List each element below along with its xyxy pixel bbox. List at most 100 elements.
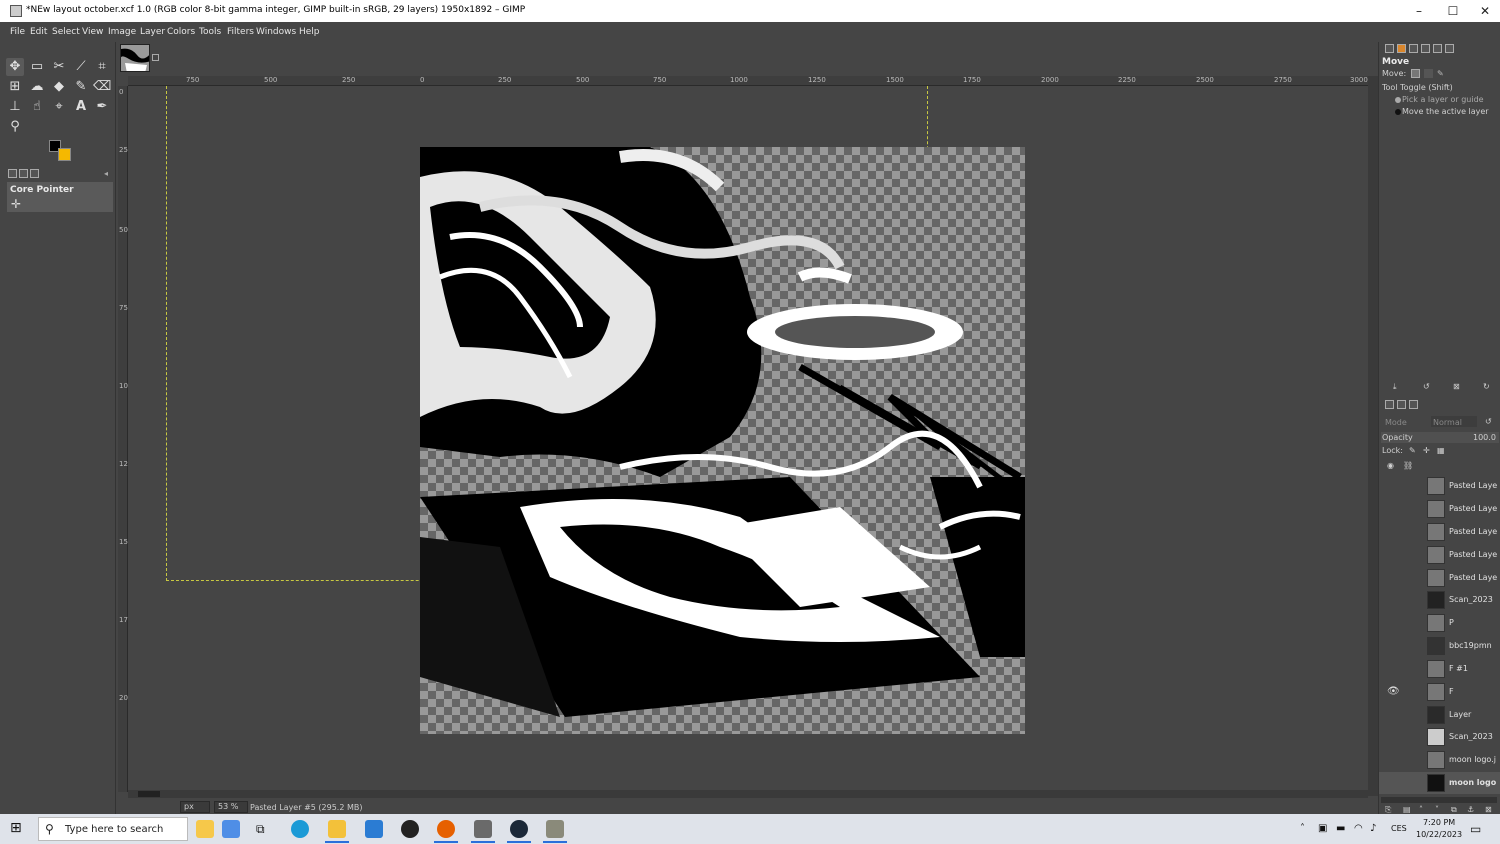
search-highlight-icon-2[interactable]: [222, 820, 240, 838]
layer-row[interactable]: F #1: [1379, 658, 1500, 680]
smudge-tool-icon[interactable]: ☝: [28, 98, 46, 116]
lock-position-icon[interactable]: ✛: [1423, 446, 1430, 455]
layer-row[interactable]: Pasted Laye: [1379, 498, 1500, 520]
menu-help[interactable]: Help: [299, 27, 320, 37]
device-status-tab-icon[interactable]: [30, 169, 39, 178]
restore-options-icon[interactable]: ↺: [1423, 382, 1430, 391]
new-group-icon[interactable]: ▤: [1403, 805, 1411, 814]
layer-row[interactable]: P: [1379, 612, 1500, 634]
layer-row[interactable]: 👁 F: [1379, 681, 1500, 703]
layer-row[interactable]: Pasted Laye: [1379, 567, 1500, 589]
menu-edit[interactable]: Edit: [30, 27, 47, 37]
paintbrush-tool-icon[interactable]: ✎: [72, 78, 90, 96]
warp-tool-icon[interactable]: ☁: [28, 78, 46, 96]
free-select-tool-icon[interactable]: ✂: [50, 58, 68, 76]
patterns-tab-icon[interactable]: [1409, 44, 1418, 53]
visibility-eye-icon[interactable]: 👁: [1387, 686, 1400, 697]
background-color-swatch[interactable]: [58, 148, 71, 161]
image-tab-thumbnail[interactable]: [120, 44, 150, 72]
opacity-slider[interactable]: Opacity 100.0: [1381, 432, 1499, 443]
maximize-button[interactable]: ☐: [1436, 3, 1470, 19]
layer-row[interactable]: Layer: [1379, 704, 1500, 726]
network-icon[interactable]: ◠: [1354, 823, 1363, 834]
channels-tab-icon[interactable]: [1397, 400, 1406, 409]
mode-select[interactable]: Normal: [1431, 416, 1477, 427]
save-options-icon[interactable]: ⤓: [1393, 382, 1397, 392]
menu-layer[interactable]: Layer: [140, 27, 165, 37]
scrollbar-thumb[interactable]: [138, 791, 160, 797]
images-tab-icon[interactable]: [1445, 44, 1454, 53]
system-clock[interactable]: 7:20 PM 10/22/2023: [1416, 817, 1462, 841]
raise-layer-icon[interactable]: ˄: [1419, 805, 1423, 814]
image-canvas[interactable]: [128, 86, 1368, 790]
close-image-tab-icon[interactable]: [152, 54, 159, 61]
option-pick-layer[interactable]: Pick a layer or guide: [1402, 95, 1484, 104]
firefox-icon[interactable]: [437, 820, 455, 838]
delete-options-icon[interactable]: ⊠: [1453, 382, 1460, 391]
zoom-tool-icon[interactable]: ⚲: [6, 118, 24, 136]
bucket-fill-tool-icon[interactable]: ◆: [50, 78, 68, 96]
menu-colors[interactable]: Colors: [167, 27, 195, 37]
edge-browser-icon[interactable]: [291, 820, 309, 838]
configure-tab-icon[interactable]: ◂: [104, 169, 113, 178]
text-tool-icon[interactable]: A: [72, 98, 90, 116]
menu-select[interactable]: Select: [52, 27, 80, 37]
reset-options-icon[interactable]: ↻: [1483, 382, 1490, 391]
anchor-layer-icon[interactable]: ⚓: [1467, 805, 1474, 814]
tool-options-tab-icon[interactable]: [1385, 44, 1394, 53]
taskbar-search-box[interactable]: ⚲ Type here to search: [38, 817, 188, 841]
battery-icon[interactable]: ▬: [1336, 823, 1345, 834]
move-selection-icon[interactable]: [1424, 69, 1433, 78]
layer-row-active[interactable]: moon logo: [1379, 772, 1500, 794]
layer-row[interactable]: Scan_2023: [1379, 589, 1500, 611]
minimize-button[interactable]: –: [1402, 3, 1436, 19]
alienware-icon[interactable]: [401, 820, 419, 838]
paths-tool-icon[interactable]: ⌖: [50, 98, 68, 116]
move-layer-icon[interactable]: [1411, 69, 1420, 78]
layer-row[interactable]: bbc19pmn: [1379, 635, 1500, 657]
unit-select[interactable]: px: [180, 801, 210, 813]
device-icon[interactable]: ▣: [1318, 823, 1327, 834]
task-view-icon[interactable]: ⧉: [256, 822, 265, 837]
menu-windows[interactable]: Windows: [256, 27, 296, 37]
horizontal-scrollbar[interactable]: [128, 790, 1368, 798]
option-move-active[interactable]: Move the active layer: [1402, 107, 1489, 116]
menu-tools[interactable]: Tools: [199, 27, 221, 37]
menu-image[interactable]: Image: [108, 27, 136, 37]
lock-alpha-icon[interactable]: ▦: [1437, 446, 1445, 455]
notes-app-icon[interactable]: [474, 820, 492, 838]
undo-history-tab-icon[interactable]: [19, 169, 28, 178]
language-indicator[interactable]: CES: [1391, 824, 1407, 833]
layer-row[interactable]: Scan_2023: [1379, 726, 1500, 748]
layers-scrollbar[interactable]: [1381, 797, 1497, 803]
search-highlight-icon[interactable]: [196, 820, 214, 838]
rect-select-tool-icon[interactable]: ▭: [28, 58, 46, 76]
eraser-tool-icon[interactable]: ⌫: [93, 78, 111, 96]
fuzzy-select-tool-icon[interactable]: ⟋: [72, 58, 90, 76]
clone-tool-icon[interactable]: ⊥: [6, 98, 24, 116]
layers-tab-icon[interactable]: [1385, 400, 1394, 409]
crop-tool-icon[interactable]: ⌗: [93, 58, 111, 76]
mail-icon[interactable]: [365, 820, 383, 838]
document-history-tab-icon[interactable]: [1433, 44, 1442, 53]
file-explorer-icon[interactable]: [328, 820, 346, 838]
lower-layer-icon[interactable]: ˅: [1435, 805, 1439, 814]
menu-filters[interactable]: Filters: [227, 27, 254, 37]
notifications-icon[interactable]: ▭: [1470, 822, 1481, 836]
layer-row[interactable]: moon logo.j: [1379, 749, 1500, 771]
close-button[interactable]: ✕: [1468, 3, 1500, 19]
lock-pixels-icon[interactable]: ✎: [1409, 446, 1416, 455]
vertical-scrollbar[interactable]: [1368, 76, 1378, 796]
layer-row[interactable]: Pasted Laye: [1379, 475, 1500, 497]
brushes-tab-icon[interactable]: [1397, 44, 1406, 53]
reset-mode-icon[interactable]: ↺: [1485, 417, 1492, 426]
show-hidden-icons-icon[interactable]: ˄: [1300, 823, 1305, 834]
tool-options-tab-icon[interactable]: [8, 169, 17, 178]
move-path-icon[interactable]: ✎: [1437, 69, 1446, 78]
radio-move-active[interactable]: [1395, 109, 1401, 115]
artwork-image[interactable]: [420, 147, 1025, 734]
gimp-taskbar-icon[interactable]: [546, 820, 564, 838]
paths-tab-icon[interactable]: [1409, 400, 1418, 409]
steam-icon[interactable]: [510, 820, 528, 838]
delete-layer-icon[interactable]: ⊠: [1485, 805, 1492, 814]
